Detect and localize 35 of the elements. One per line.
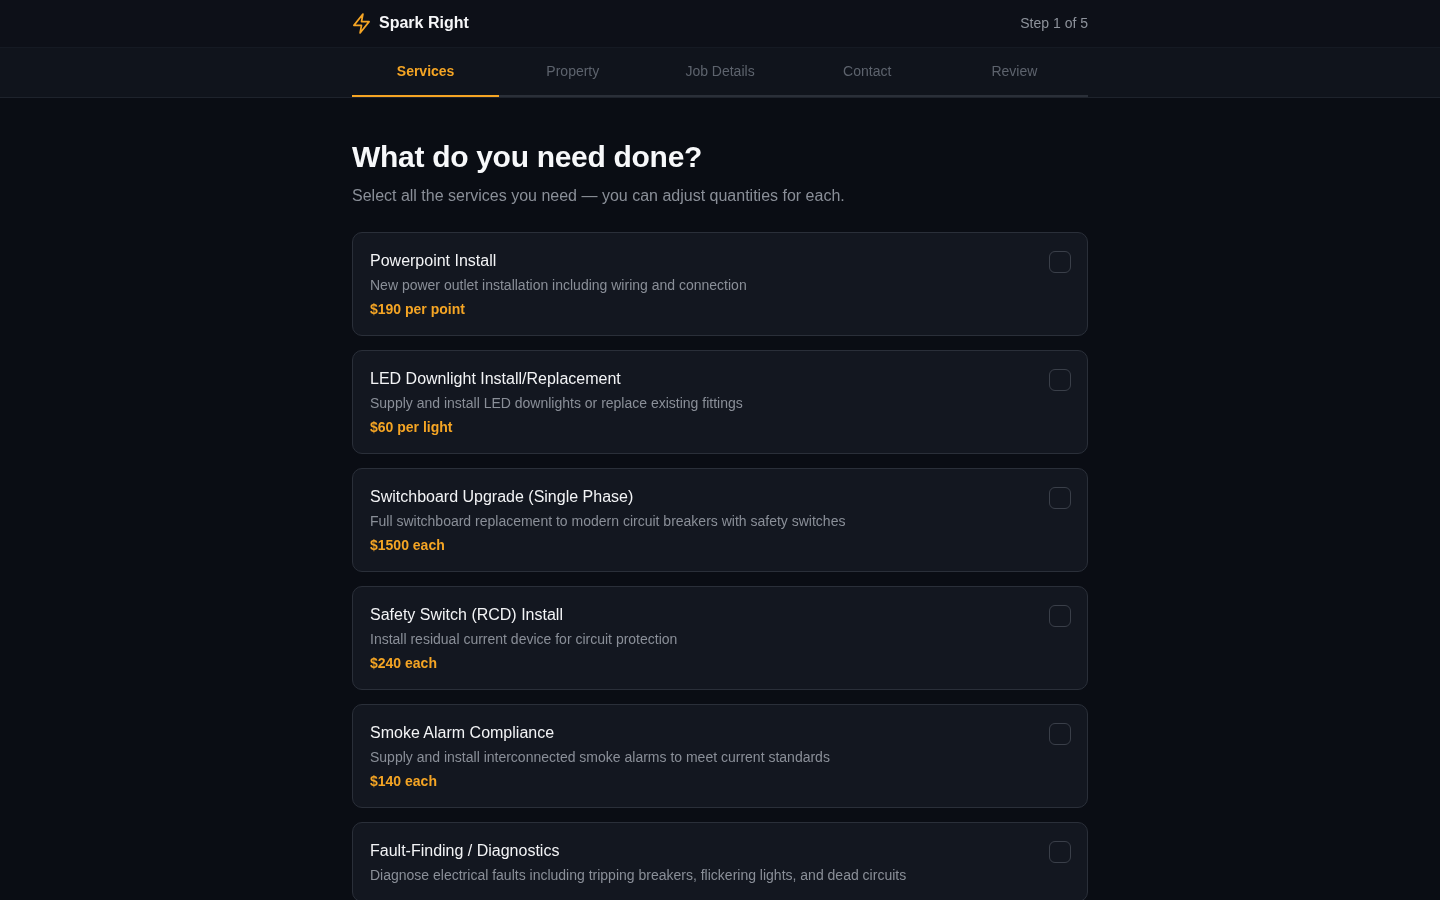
service-card[interactable]: Powerpoint Install New power outlet installation including wiring and connection $190 per point <box>352 231 1088 336</box>
service-name: Switchboard Upgrade (Single Phase) <box>370 486 635 507</box>
service-card[interactable]: Fault-Finding / Diagnostics Diagnose electrical faults including tripping breakers, flickering lights, and dead circuits <box>352 821 1088 900</box>
step-indicator: Step 1 of 5 <box>1020 15 1088 32</box>
page-subtitle: Select all the services you need — you can adjust quantities for each. <box>352 185 846 206</box>
service-description: Install residual current device for circuit protection <box>370 629 678 649</box>
service-card[interactable]: LED Downlight Install/Replacement Supply and install LED downlights or replace existing fittings $60 per light <box>352 349 1088 454</box>
checkbox[interactable] <box>1049 486 1071 509</box>
checkbox[interactable] <box>1049 250 1071 273</box>
checkbox[interactable] <box>1049 604 1071 627</box>
service-card[interactable]: Smoke Alarm Compliance Supply and install interconnected smoke alarms to meet current standards $140 each <box>352 703 1088 808</box>
lightning-bolt-icon <box>352 12 371 34</box>
step-tab[interactable]: Services <box>352 47 500 97</box>
service-description: Supply and install LED downlights or replace existing fittings <box>370 393 743 413</box>
service-description: Diagnose electrical faults including tripping breakers, flickering lights, and dead circuits <box>370 865 907 885</box>
service-card[interactable]: Switchboard Upgrade (Single Phase) Full switchboard replacement to modern circuit breakers with safety switches $1500 each <box>352 467 1088 572</box>
service-description: Full switchboard replacement to modern circuit breakers with safety switches <box>370 511 846 531</box>
checkbox[interactable] <box>1049 368 1071 391</box>
service-name: Safety Switch (RCD) Install <box>370 604 564 625</box>
service-card[interactable]: Safety Switch (RCD) Install Install residual current device for circuit protection $240 each <box>352 585 1088 690</box>
service-price: $1500 each <box>370 535 446 555</box>
service-price: $140 each <box>370 771 438 791</box>
service-name: LED Downlight Install/Replacement <box>370 368 622 389</box>
service-name: Powerpoint Install <box>370 250 498 271</box>
service-description: Supply and install interconnected smoke alarms to meet current standards <box>370 747 830 767</box>
service-price: $190 per point <box>370 299 466 319</box>
checkbox[interactable] <box>1049 840 1071 863</box>
service-name: Smoke Alarm Compliance <box>370 722 556 743</box>
service-price: $60 per light <box>370 417 454 437</box>
service-price: $240 each <box>370 653 438 673</box>
service-description: New power outlet installation including wiring and connection <box>370 275 747 295</box>
checkbox[interactable] <box>1049 722 1071 745</box>
service-name: Fault-Finding / Diagnostics <box>370 840 561 861</box>
brand-name: Spark Right <box>379 14 469 33</box>
page-title: What do you need done? <box>352 138 704 175</box>
